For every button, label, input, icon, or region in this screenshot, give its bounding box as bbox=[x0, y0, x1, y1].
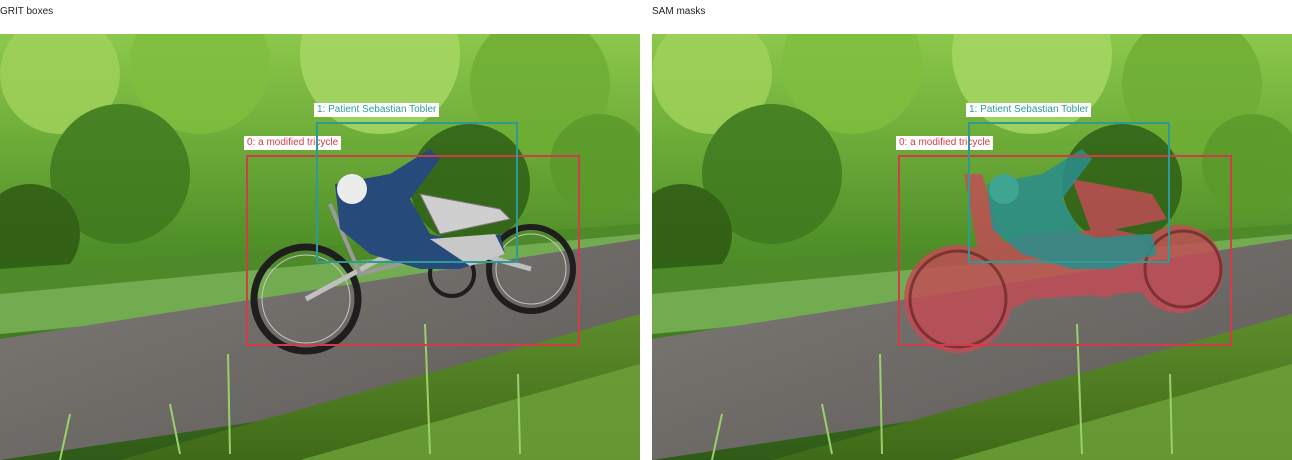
person-box-label: 1: Patient Sebastian Tobler bbox=[314, 103, 440, 117]
person-bbox bbox=[316, 122, 518, 263]
person-bbox bbox=[968, 122, 1170, 263]
grit-boxes-panel: 0: a modified tricycle 1: Patient Sebast… bbox=[0, 34, 640, 460]
panel-title-sam: SAM masks bbox=[652, 6, 706, 17]
panel-title-grit: GRIT boxes bbox=[0, 6, 54, 17]
person-box-label: 1: Patient Sebastian Tobler bbox=[966, 103, 1092, 117]
sam-masks-panel: 0: a modified tricycle 1: Patient Sebast… bbox=[652, 34, 1292, 460]
